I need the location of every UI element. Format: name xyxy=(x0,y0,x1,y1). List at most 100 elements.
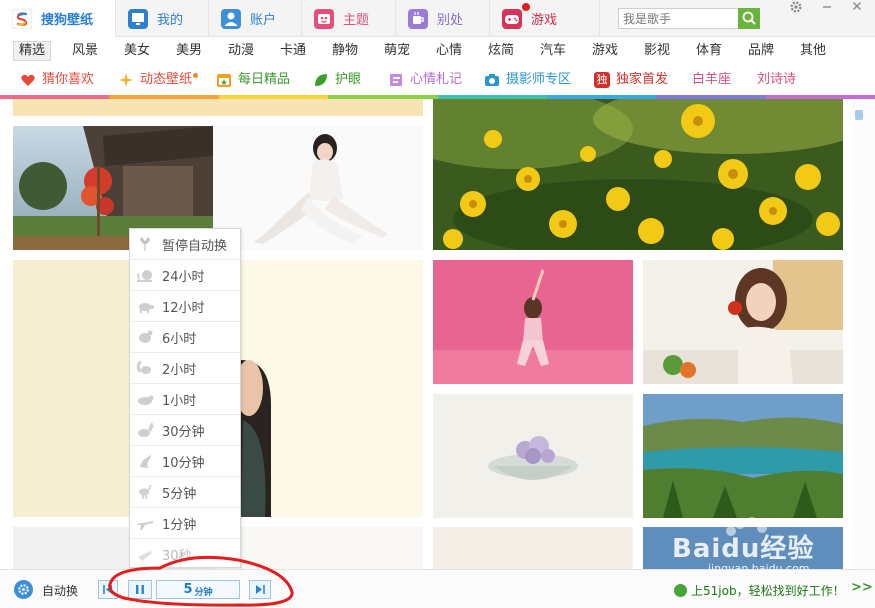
menu-item-1h[interactable]: 1小时 xyxy=(130,384,240,415)
category-anime[interactable]: 动漫 xyxy=(228,41,254,61)
calendar-icon xyxy=(217,74,231,87)
category-other[interactable]: 其他 xyxy=(800,41,826,61)
rocket-icon xyxy=(138,550,152,561)
category-brands[interactable]: 品牌 xyxy=(748,41,774,61)
menu-item-30s[interactable]: 30秒 xyxy=(130,539,240,570)
menu-item-24h[interactable]: 24小时 xyxy=(130,260,240,291)
user-icon xyxy=(221,8,241,29)
menu-item-pause[interactable]: 暂停自动换 xyxy=(130,229,240,260)
menu-item-label: 6小时 xyxy=(162,331,197,347)
category-beauty[interactable]: 美女 xyxy=(124,41,150,61)
feature-nav: 猜你喜欢 动态壁纸 每日精品 护眼 心情札记 摄影师专区 独 独家首发 白羊座 … xyxy=(0,66,875,94)
category-sports[interactable]: 体育 xyxy=(696,41,722,61)
menu-item-1m[interactable]: 1分钟 xyxy=(130,508,240,539)
close-button[interactable] xyxy=(845,0,869,18)
tab-game[interactable]: 游戏 xyxy=(490,0,600,37)
previous-wallpaper-button[interactable] xyxy=(98,580,118,599)
wallpaper-thumbnail[interactable] xyxy=(433,99,843,250)
feature-aries[interactable]: 白羊座 xyxy=(692,70,731,90)
interval-dropdown-menu: 暂停自动换 24小时 12小时 6小时 2小时 1小时 30分钟 10分钟 5分… xyxy=(129,228,241,568)
wallpaper-thumbnail[interactable] xyxy=(433,260,633,384)
gear-icon xyxy=(790,1,802,13)
scrollbar-track[interactable] xyxy=(852,99,875,569)
settings-button[interactable] xyxy=(784,0,808,18)
category-still-life[interactable]: 静物 xyxy=(332,41,358,61)
feature-exclusive[interactable]: 独 独家首发 xyxy=(594,70,668,90)
skip-forward-icon xyxy=(256,585,265,594)
next-wallpaper-button[interactable] xyxy=(249,580,271,599)
menu-item-5m[interactable]: 5分钟 xyxy=(130,477,240,508)
tab-account[interactable]: 账户 xyxy=(209,0,302,37)
cup-icon xyxy=(408,8,428,29)
category-cartoon[interactable]: 卡通 xyxy=(280,41,306,61)
wallpaper-thumbnail[interactable] xyxy=(433,527,633,569)
auto-switch-settings-icon[interactable] xyxy=(14,580,33,599)
category-mood[interactable]: 心情 xyxy=(436,41,462,61)
category-games[interactable]: 游戏 xyxy=(592,41,618,61)
menu-item-30m[interactable]: 30分钟 xyxy=(130,415,240,446)
sogou-logo-icon xyxy=(11,8,33,29)
minimize-button[interactable] xyxy=(815,0,839,18)
feature-liu-shishi[interactable]: 刘诗诗 xyxy=(757,70,796,90)
pause-icon xyxy=(136,585,144,594)
category-minimal[interactable]: 炫简 xyxy=(488,41,514,61)
menu-item-10m[interactable]: 10分钟 xyxy=(130,446,240,477)
category-featured[interactable]: 精选 xyxy=(13,41,52,61)
tab-elsewhere-label: 别处 xyxy=(437,13,464,28)
feature-photographer-zone[interactable]: 摄影师专区 xyxy=(484,70,571,90)
close-icon xyxy=(853,2,861,10)
wallpaper-thumbnail[interactable] xyxy=(643,394,843,518)
turtle-icon xyxy=(139,303,154,313)
feature-label: 猜你喜欢 xyxy=(42,72,95,87)
brand-label: 搜狗壁纸 xyxy=(41,13,94,28)
feature-live-wallpaper[interactable]: 动态壁纸 xyxy=(118,70,199,90)
pause-button[interactable] xyxy=(128,580,152,599)
feature-label: 动态壁纸 xyxy=(140,72,193,87)
leaf-icon xyxy=(315,74,327,86)
kangaroo-icon xyxy=(140,454,151,468)
gamepad-icon xyxy=(502,8,522,29)
category-cars[interactable]: 汽车 xyxy=(540,41,566,61)
interval-select[interactable]: 5 分钟 xyxy=(156,580,240,599)
ad-text: 上51job，轻松找到好工作！ xyxy=(691,584,845,598)
menu-item-6h[interactable]: 6小时 xyxy=(130,322,240,353)
menu-item-label: 暂停自动换 xyxy=(162,238,228,254)
tab-mine[interactable]: 我的 xyxy=(116,0,209,37)
skip-back-icon xyxy=(103,585,112,594)
menu-item-2h[interactable]: 2小时 xyxy=(130,353,240,384)
job-ad-link[interactable]: 上51job，轻松找到好工作！ xyxy=(674,582,845,599)
category-nav: 精选 风景 美女 美男 动漫 卡通 静物 萌宠 心情 炫简 汽车 游戏 影视 体… xyxy=(0,38,875,64)
category-pets[interactable]: 萌宠 xyxy=(384,41,410,61)
scrollbar-thumb[interactable] xyxy=(855,110,863,120)
search-button[interactable] xyxy=(738,8,760,29)
pause-flower-icon xyxy=(140,237,150,251)
notebook-icon xyxy=(390,74,402,86)
menu-item-label: 2小时 xyxy=(162,362,197,378)
feature-mood-notes[interactable]: 心情札记 xyxy=(388,70,462,90)
more-arrow-button[interactable]: >> xyxy=(851,580,873,595)
wallpaper-grid xyxy=(0,99,852,569)
wallpaper-thumbnail[interactable] xyxy=(213,527,423,569)
top-tab-bar: 搜狗壁纸 我的 账户 主题 别处 游戏 xyxy=(0,0,875,37)
search-input[interactable] xyxy=(619,9,737,28)
tab-theme[interactable]: 主题 xyxy=(302,0,396,37)
feature-guess-you-like[interactable]: 猜你喜欢 xyxy=(20,70,94,90)
feature-label: 摄影师专区 xyxy=(506,72,572,87)
menu-item-12h[interactable]: 12小时 xyxy=(130,291,240,322)
auto-switch-label: 自动换 xyxy=(42,584,79,598)
category-handsome[interactable]: 美男 xyxy=(176,41,202,61)
tab-account-label: 账户 xyxy=(250,13,277,28)
tab-brand[interactable]: 搜狗壁纸 xyxy=(0,0,116,37)
feature-daily-picks[interactable]: 每日精品 xyxy=(216,70,290,90)
wallpaper-thumbnail[interactable] xyxy=(433,394,633,518)
feature-eye-care[interactable]: 护眼 xyxy=(313,70,361,90)
menu-item-label: 1小时 xyxy=(162,393,197,409)
wallpaper-thumbnail[interactable] xyxy=(213,126,423,250)
category-movies[interactable]: 影视 xyxy=(644,41,670,61)
menu-item-label: 12小时 xyxy=(162,300,205,316)
tab-elsewhere[interactable]: 别处 xyxy=(396,0,490,37)
feature-label: 每日精品 xyxy=(238,72,291,87)
wallpaper-thumbnail[interactable] xyxy=(13,99,423,116)
category-landscape[interactable]: 风景 xyxy=(72,41,98,61)
wallpaper-thumbnail[interactable] xyxy=(643,260,843,384)
